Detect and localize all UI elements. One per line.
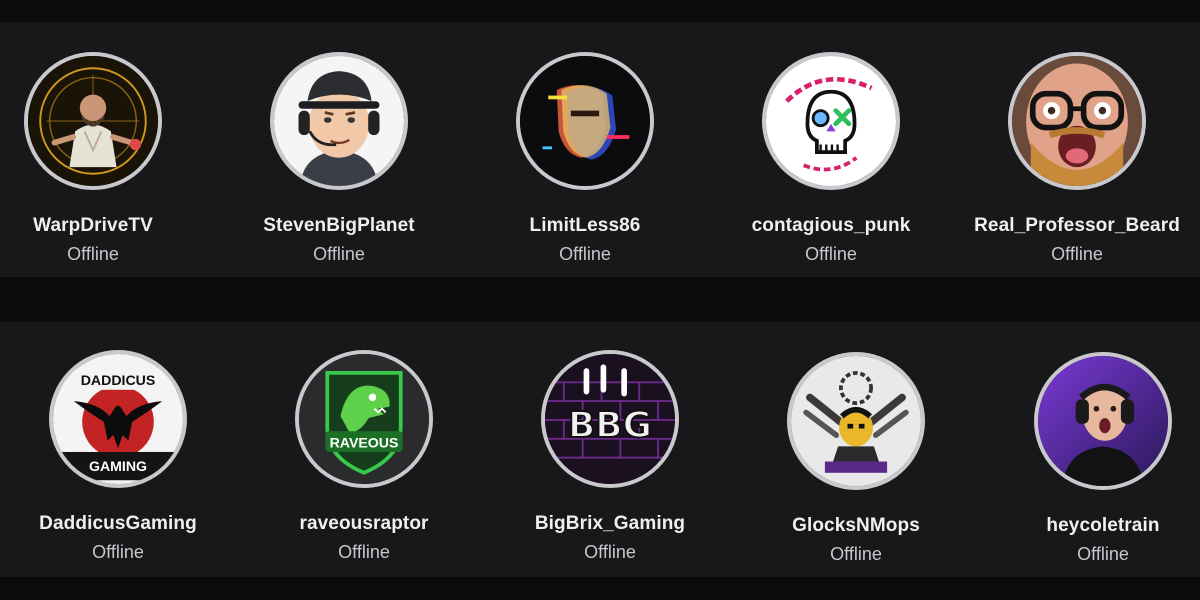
channel-card-heycoletrain[interactable]: heycoletrain Offline: [983, 352, 1200, 565]
bbg-logo-avatar-icon[interactable]: BBG: [541, 350, 679, 488]
warrior-avatar-icon[interactable]: [24, 52, 162, 190]
glitch-face-avatar-icon[interactable]: [516, 52, 654, 190]
channel-row-2: DADDICUS GAMING DaddicusGaming Offline R…: [0, 322, 1200, 577]
channel-status: Offline: [1077, 544, 1129, 564]
headphones-person-avatar-icon[interactable]: [1034, 352, 1172, 490]
channel-name[interactable]: WarpDriveTV: [33, 215, 153, 237]
channel-status: Offline: [92, 542, 144, 562]
raven-logo-avatar-icon[interactable]: DADDICUS GAMING: [49, 350, 187, 488]
channel-name[interactable]: BigBrix_Gaming: [535, 513, 685, 535]
logo-text: RAVEOUS: [330, 434, 399, 450]
channel-name[interactable]: GlocksNMops: [792, 515, 920, 537]
channel-status: Offline: [67, 244, 119, 264]
logo-text-bottom: GAMING: [89, 458, 147, 474]
character-logo-avatar-icon[interactable]: [787, 352, 925, 490]
channel-status: Offline: [1051, 244, 1103, 264]
logo-text-top: DADDICUS: [81, 372, 156, 388]
channel-status: Offline: [830, 544, 882, 564]
glasses-beard-avatar-icon[interactable]: [1008, 52, 1146, 190]
channel-card-warpdrivetv[interactable]: WarpDriveTV Offline: [0, 52, 213, 265]
channel-card-raveousraptor[interactable]: RAVEOUS raveousraptor Offline: [244, 350, 484, 563]
logo-text: BBG: [568, 405, 652, 446]
channel-name[interactable]: heycoletrain: [1046, 515, 1159, 537]
raptor-logo-avatar-icon[interactable]: RAVEOUS: [295, 350, 433, 488]
channel-status: Offline: [559, 244, 611, 264]
channel-status: Offline: [338, 542, 390, 562]
channel-status: Offline: [313, 244, 365, 264]
channel-name[interactable]: contagious_punk: [752, 215, 911, 237]
channel-name[interactable]: DaddicusGaming: [39, 513, 197, 535]
channel-row-1: WarpDriveTV Offline StevenBigPlanet Offl…: [0, 22, 1200, 277]
channel-card-daddicusgaming[interactable]: DADDICUS GAMING DaddicusGaming Offline: [0, 350, 238, 563]
channel-status: Offline: [805, 244, 857, 264]
channel-card-limitless86[interactable]: LimitLess86 Offline: [465, 52, 705, 265]
channel-name[interactable]: LimitLess86: [530, 215, 641, 237]
channel-card-stevenbigplanet[interactable]: StevenBigPlanet Offline: [219, 52, 459, 265]
headset-cartoon-avatar-icon[interactable]: [270, 52, 408, 190]
channel-card-real-professor-beard[interactable]: Real_Professor_Beard Offline: [957, 52, 1197, 265]
channel-name[interactable]: raveousraptor: [299, 513, 428, 535]
channel-card-glocksnmops[interactable]: GlocksNMops Offline: [736, 352, 976, 565]
skull-logo-avatar-icon[interactable]: [762, 52, 900, 190]
channel-card-contagious-punk[interactable]: contagious_punk Offline: [711, 52, 951, 265]
channel-status: Offline: [584, 542, 636, 562]
channel-name[interactable]: Real_Professor_Beard: [974, 215, 1180, 237]
channel-card-bigbrix-gaming[interactable]: BBG BigBrix_Gaming Offline: [490, 350, 730, 563]
channel-name[interactable]: StevenBigPlanet: [263, 215, 414, 237]
